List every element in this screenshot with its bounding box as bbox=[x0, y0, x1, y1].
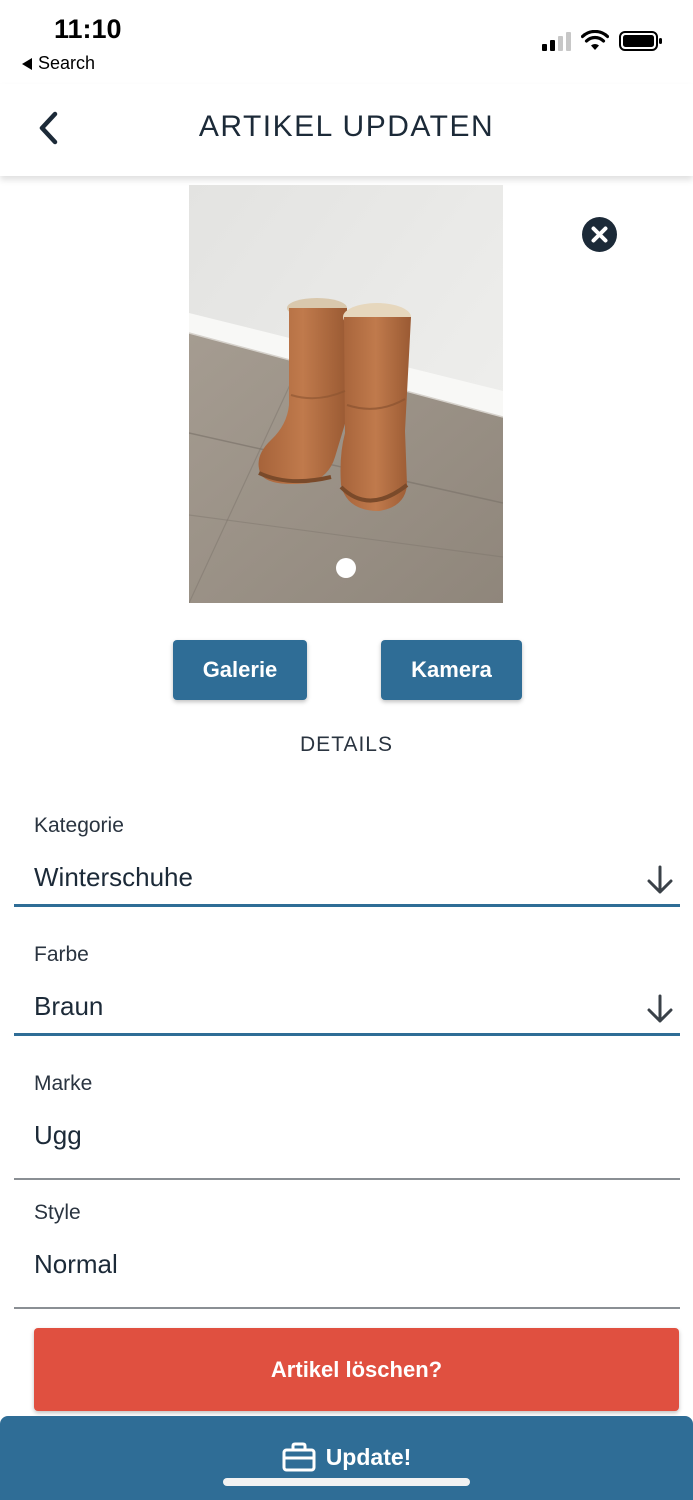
gallery-button[interactable]: Galerie bbox=[173, 640, 307, 700]
details-heading: DETAILS bbox=[300, 733, 393, 756]
color-select[interactable]: Farbe Braun bbox=[14, 943, 680, 1068]
status-bar: 11:10 Search bbox=[0, 0, 693, 80]
close-icon bbox=[591, 226, 608, 243]
category-label: Kategorie bbox=[34, 814, 124, 837]
briefcase-icon bbox=[282, 1442, 316, 1472]
article-photo[interactable] bbox=[189, 185, 503, 603]
color-label: Farbe bbox=[34, 943, 89, 966]
battery-icon bbox=[619, 31, 662, 51]
brand-label: Marke bbox=[34, 1072, 93, 1095]
app-header: ARTIKEL UPDATEN bbox=[0, 84, 693, 176]
back-triangle-icon bbox=[22, 57, 32, 70]
status-back-label: Search bbox=[38, 53, 96, 73]
style-underline bbox=[14, 1307, 680, 1309]
status-icons bbox=[542, 30, 663, 52]
cellular-signal-icon bbox=[542, 31, 571, 51]
category-select[interactable]: Kategorie Winterschuhe bbox=[14, 814, 680, 939]
brand-field[interactable]: Marke Ugg bbox=[14, 1072, 680, 1197]
update-label: Update! bbox=[325, 1443, 412, 1470]
color-underline bbox=[14, 1033, 680, 1036]
wifi-icon bbox=[581, 30, 609, 50]
camera-button[interactable]: Kamera bbox=[381, 640, 522, 700]
home-indicator bbox=[223, 1478, 470, 1486]
page-title: ARTIKEL UPDATEN bbox=[198, 110, 495, 143]
status-back-link[interactable]: Search bbox=[22, 53, 95, 74]
update-button-content: Update! bbox=[282, 1440, 412, 1474]
boots-photo bbox=[189, 185, 503, 603]
arrow-down-icon[interactable] bbox=[646, 864, 674, 896]
category-underline bbox=[14, 904, 680, 907]
update-button[interactable]: Update! bbox=[0, 1416, 693, 1500]
style-label: Style bbox=[34, 1201, 81, 1224]
brand-underline bbox=[14, 1178, 680, 1180]
arrow-down-icon[interactable] bbox=[646, 993, 674, 1025]
delete-article-button[interactable]: Artikel löschen? bbox=[34, 1328, 679, 1411]
carousel-dot[interactable] bbox=[336, 558, 356, 578]
remove-photo-button[interactable] bbox=[582, 217, 617, 252]
style-field[interactable]: Style Normal bbox=[14, 1201, 680, 1326]
category-value: Winterschuhe bbox=[34, 862, 193, 892]
status-time: 11:10 bbox=[54, 14, 122, 44]
color-value: Braun bbox=[34, 991, 104, 1021]
brand-value[interactable]: Ugg bbox=[34, 1120, 82, 1151]
style-value[interactable]: Normal bbox=[34, 1249, 118, 1280]
